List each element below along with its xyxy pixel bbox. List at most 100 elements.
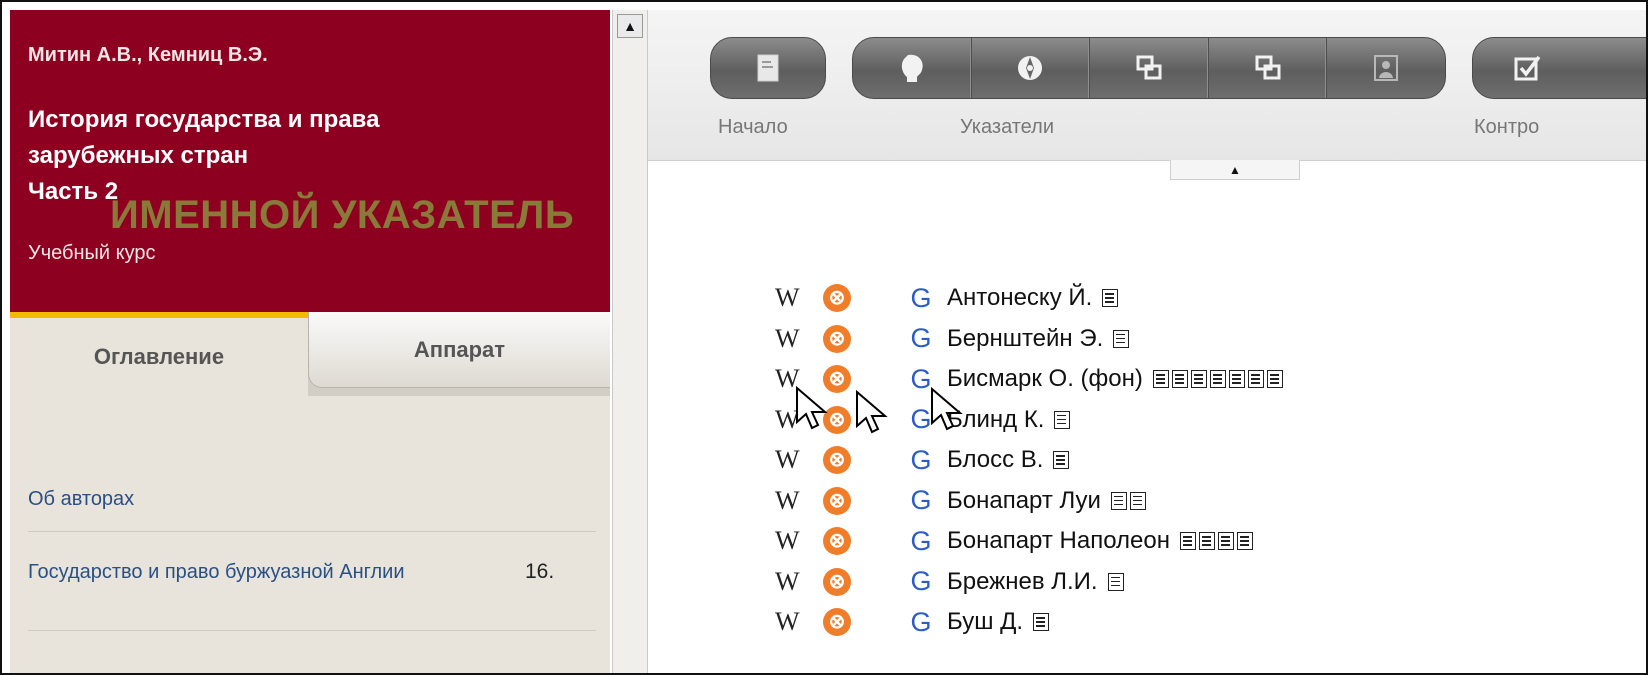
course-title-line: История государства и права: [28, 106, 380, 133]
tab-apparatus[interactable]: Аппарат: [308, 312, 610, 388]
portrait-icon: [1374, 55, 1399, 81]
control-button[interactable]: [1473, 38, 1646, 98]
search-engine-icon[interactable]: ⊗: [823, 608, 895, 636]
page-link-icon[interactable]: [1053, 451, 1070, 469]
windows-button[interactable]: [1090, 38, 1209, 98]
search-engine-icon[interactable]: ⊗: [823, 284, 895, 312]
google-link-icon[interactable]: G: [895, 607, 947, 638]
google-link-icon[interactable]: G: [895, 445, 947, 476]
index-title: ИМЕННОЙ УКАЗАТЕЛЬ: [110, 193, 575, 237]
wikipedia-link-icon[interactable]: W: [775, 567, 823, 597]
collapse-toolbar-button[interactable]: ▲: [1170, 160, 1300, 180]
search-engine-icon[interactable]: ⊗: [823, 446, 895, 474]
portrait-button[interactable]: [1327, 38, 1445, 98]
search-engine-icon[interactable]: ⊗: [823, 567, 895, 596]
toc-divider: [28, 630, 596, 631]
google-link-icon[interactable]: G: [895, 566, 947, 597]
document-icon: [757, 54, 779, 82]
toolbar-label-indexes: Указатели: [960, 116, 1054, 138]
page-link-icon[interactable]: [1266, 370, 1283, 388]
index-entry: W ⊗ G Буш Д.: [775, 603, 1052, 641]
page-link-icon[interactable]: [1198, 532, 1215, 550]
windows-icon: [1136, 55, 1162, 80]
google-link-icon[interactable]: G: [895, 485, 947, 516]
course-title-line: зарубежных стран: [28, 142, 249, 169]
page-link-icon[interactable]: [1110, 491, 1127, 510]
search-engine-glyph: ⊗: [823, 284, 851, 312]
toc-item-number: 16.: [525, 560, 555, 583]
scroll-up-button[interactable]: ▲: [617, 14, 643, 38]
page-links: [1033, 613, 1052, 631]
search-engine-glyph: ⊗: [823, 324, 851, 353]
windows-icon-2: [1255, 55, 1281, 80]
index-entry: W ⊗ G Антонеску Й.: [775, 279, 1121, 317]
mouse-cursor-icon: [856, 390, 888, 434]
page-link-icon[interactable]: [1217, 532, 1234, 550]
wikipedia-link-icon[interactable]: W: [775, 526, 823, 556]
toc-item-about-authors[interactable]: Об авторах: [28, 488, 134, 511]
home-button-group: [710, 37, 826, 99]
google-link-icon[interactable]: G: [895, 283, 947, 314]
page-link-icon[interactable]: [1107, 572, 1124, 591]
compass-button[interactable]: [972, 38, 1091, 98]
page-link-icon[interactable]: [1152, 370, 1169, 388]
index-entry-name[interactable]: Бонапарт Луи: [947, 487, 1101, 515]
google-link-icon[interactable]: G: [895, 323, 947, 354]
page-links: [1179, 532, 1256, 550]
persons-index-button[interactable]: [853, 38, 972, 98]
sidebar-scrollbar[interactable]: ▲: [612, 10, 648, 673]
course-subtitle: Учебный курс: [28, 242, 156, 264]
index-entry-name[interactable]: Бисмарк О. (фон): [947, 365, 1143, 393]
page-link-icon[interactable]: [1190, 370, 1207, 388]
search-engine-icon[interactable]: ⊗: [823, 324, 895, 353]
google-link-icon[interactable]: G: [895, 526, 947, 557]
index-entry-name[interactable]: Антонеску Й.: [947, 284, 1092, 312]
page-link-icon[interactable]: [1209, 370, 1226, 388]
index-entry-name[interactable]: Бонапарт Наполеон: [947, 527, 1170, 555]
index-entry: W ⊗ G Блосс В.: [775, 441, 1072, 479]
app-window: Митин А.В., Кемниц В.Э. История государс…: [0, 0, 1648, 675]
wikipedia-link-icon[interactable]: W: [775, 445, 823, 475]
search-engine-glyph: ⊗: [823, 527, 851, 555]
indexes-button-group: [852, 37, 1446, 99]
page-links: [1054, 410, 1073, 429]
home-button[interactable]: [711, 38, 825, 98]
wikipedia-link-icon[interactable]: W: [775, 324, 823, 354]
index-entry-name[interactable]: Брежнев Л.И.: [947, 568, 1098, 596]
search-engine-icon[interactable]: ⊗: [823, 527, 895, 555]
page-links: [1110, 491, 1149, 510]
page-links: [1102, 289, 1121, 307]
search-engine-glyph: ⊗: [823, 608, 851, 636]
windows-button-2[interactable]: [1209, 38, 1328, 98]
page-link-icon[interactable]: [1033, 613, 1050, 631]
page-link-icon[interactable]: [1129, 491, 1146, 510]
page-link-icon[interactable]: [1171, 370, 1188, 388]
toolbar: Начало Указатели Контро: [648, 10, 1646, 161]
page-links: [1053, 451, 1072, 469]
wikipedia-link-icon[interactable]: W: [775, 607, 823, 637]
search-engine-icon[interactable]: ⊗: [823, 486, 895, 515]
index-entry-name[interactable]: Бернштейн Э.: [947, 325, 1103, 353]
page-link-icon[interactable]: [1102, 289, 1119, 307]
index-entry: W ⊗ G Бонапарт Луи: [775, 482, 1149, 520]
toolbar-label-control: Контро: [1474, 116, 1540, 138]
index-entry: W ⊗ G Бернштейн Э.: [775, 320, 1132, 358]
wikipedia-link-icon[interactable]: W: [775, 486, 823, 516]
index-entry: W ⊗ G Бонапарт Наполеон: [775, 522, 1256, 560]
page-link-icon[interactable]: [1228, 370, 1245, 388]
toolbar-label-home: Начало: [718, 116, 788, 138]
index-entry-name[interactable]: Блосс В.: [947, 446, 1043, 474]
page-link-icon[interactable]: [1054, 410, 1071, 429]
page-link-icon[interactable]: [1236, 532, 1253, 550]
wikipedia-link-icon[interactable]: W: [775, 283, 823, 313]
toc-item-england[interactable]: Государство и право буржуазной Англии: [28, 556, 498, 588]
index-entry: W ⊗ G Бисмарк О. (фон): [775, 360, 1286, 398]
tab-contents[interactable]: Оглавление: [10, 312, 308, 396]
page-link-icon[interactable]: [1247, 370, 1264, 388]
page-link-icon[interactable]: [1179, 532, 1196, 550]
authors-text: Митин А.В., Кемниц В.Э.: [28, 44, 268, 66]
page-link-icon[interactable]: [1113, 329, 1130, 348]
mouse-cursor-icon: [796, 386, 828, 430]
index-entry-name[interactable]: Буш Д.: [947, 608, 1023, 636]
search-engine-icon[interactable]: ⊗: [823, 365, 895, 393]
